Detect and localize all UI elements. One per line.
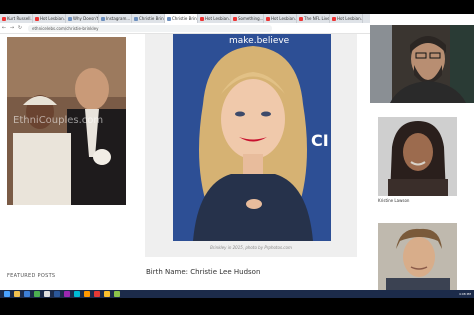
- main-photo[interactable]: make.believe CI: [173, 34, 331, 241]
- featured-posts-label: FEATURED POSTS: [7, 273, 56, 279]
- birth-name: Birth Name: Christie Lee Hudson: [146, 268, 261, 276]
- tab[interactable]: Why Doesn't...: [66, 14, 99, 23]
- site-icon: [101, 16, 105, 21]
- tab[interactable]: Hot Lesbian...: [198, 14, 231, 23]
- youtube-icon: [200, 16, 204, 21]
- tab[interactable]: Hot Lesbian...: [330, 14, 363, 23]
- watermark-text: EthniCouples.com: [13, 115, 103, 126]
- site-icon: [134, 16, 138, 21]
- webcam-overlay: [370, 25, 474, 103]
- page-content: EthniCouples.com FEATURED POSTS make.bel…: [0, 34, 370, 290]
- tab[interactable]: The NFL Live...: [297, 14, 330, 23]
- sidebar-person-label[interactable]: Kristine Lawson: [378, 198, 409, 203]
- tab[interactable]: Something...: [231, 14, 264, 23]
- app-icon[interactable]: [64, 291, 70, 297]
- tab-active[interactable]: Christie Brin...: [165, 14, 198, 23]
- top-black-bar: [0, 0, 474, 14]
- tab[interactable]: Hot Lesbian...: [264, 14, 297, 23]
- youtube-icon: [233, 16, 237, 21]
- address-row: ← → ↻ ethnicelebs.com/christie-brinkley: [0, 23, 370, 34]
- youtube-icon: [332, 16, 336, 21]
- app-icon[interactable]: [54, 291, 60, 297]
- back-icon[interactable]: ←: [0, 25, 8, 31]
- main-photo-card: make.believe CI Brinkley in 2015, photo …: [145, 34, 357, 257]
- windows-taskbar: 4:08 PM: [0, 290, 474, 298]
- store-icon[interactable]: [24, 291, 30, 297]
- address-bar[interactable]: ethnicelebs.com/christie-brinkley: [28, 24, 272, 32]
- app-icon[interactable]: [84, 291, 90, 297]
- browser-window: Kurt Russell... Hot Lesbian... Why Doesn…: [0, 14, 370, 290]
- tab[interactable]: Kurt Russell...: [0, 14, 33, 23]
- forward-icon[interactable]: →: [8, 25, 16, 31]
- browser-icon[interactable]: [34, 291, 40, 297]
- photo-caption: Brinkley in 2015, photo by Prphotos.com: [210, 245, 292, 250]
- clock: 4:08 PM: [458, 292, 471, 296]
- site-icon: [68, 16, 72, 21]
- youtube-icon: [266, 16, 270, 21]
- sidebar-photo[interactable]: [378, 223, 457, 290]
- tab[interactable]: Christie Brin...: [132, 14, 165, 23]
- sidebar-photo[interactable]: [378, 117, 457, 196]
- tab-strip: Kurt Russell... Hot Lesbian... Why Doesn…: [0, 14, 370, 23]
- site-icon: [167, 16, 171, 21]
- backdrop-text: make.believe: [229, 36, 290, 46]
- tab[interactable]: Hot Lesbian...: [33, 14, 66, 23]
- tab[interactable]: Instagram...: [99, 14, 132, 23]
- app-icon[interactable]: [44, 291, 50, 297]
- youtube-icon: [299, 16, 303, 21]
- start-icon[interactable]: [4, 291, 10, 297]
- reload-icon[interactable]: ↻: [16, 25, 24, 31]
- file-explorer-icon[interactable]: [14, 291, 20, 297]
- app-icon[interactable]: [94, 291, 100, 297]
- backdrop-letters: CI: [311, 131, 329, 150]
- chrome-icon[interactable]: [104, 291, 110, 297]
- app-icon[interactable]: [74, 291, 80, 297]
- app-icon[interactable]: [114, 291, 120, 297]
- bottom-black-bar: [0, 298, 474, 315]
- youtube-icon: [2, 16, 6, 21]
- couple-photo[interactable]: EthniCouples.com: [7, 37, 126, 205]
- youtube-icon: [35, 16, 39, 21]
